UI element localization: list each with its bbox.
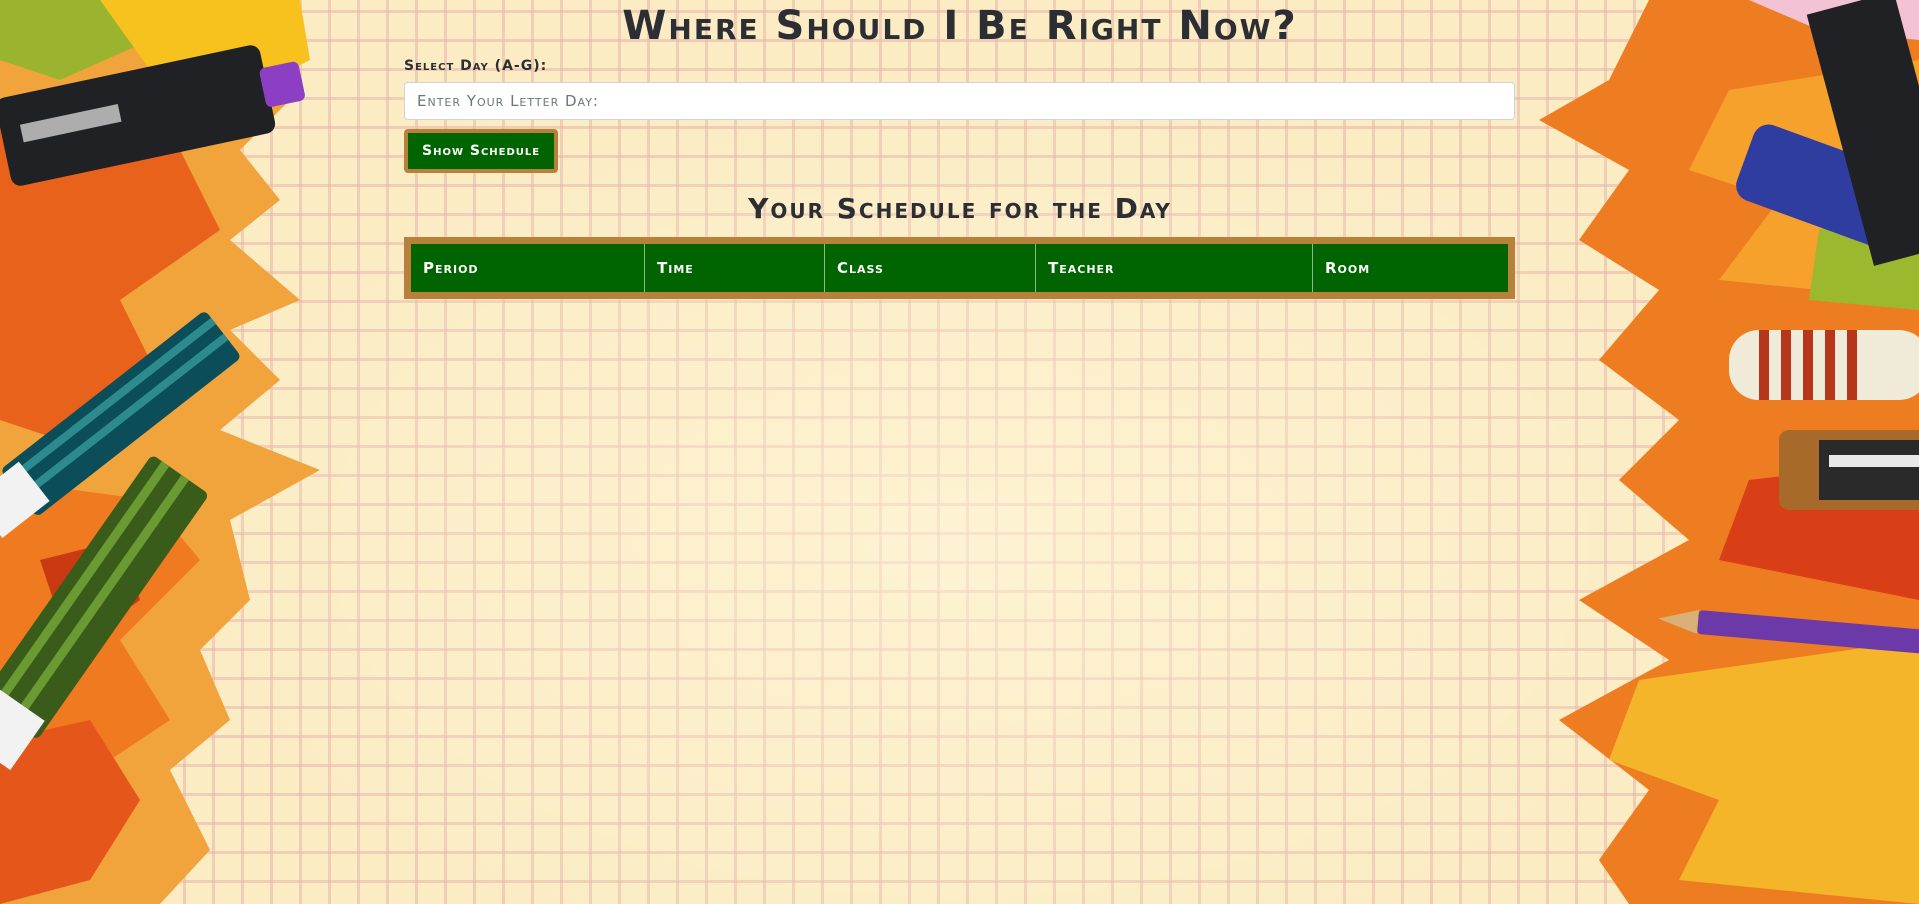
- schedule-title: Your Schedule for the Day: [748, 192, 1172, 225]
- column-header-time: Time: [644, 244, 825, 292]
- select-day-label: Select Day (A-G):: [404, 58, 548, 74]
- column-header-room: Room: [1325, 259, 1371, 277]
- schedule-table: Period Time Class Teacher Room: [404, 237, 1515, 299]
- autumn-leaves-markers-icon: [0, 0, 320, 904]
- schedule-header-row: Period Time Class Teacher Room: [411, 244, 1508, 292]
- page-title: Where Should I Be Right Now?: [622, 3, 1298, 49]
- column-header-class: Class: [824, 244, 1036, 292]
- column-header-period: Period: [411, 244, 645, 292]
- autumn-leaves-pens-icon: [1539, 0, 1919, 904]
- main-content: Where Should I Be Right Now? Select Day …: [404, 0, 1516, 299]
- column-header-teacher: Teacher: [1035, 244, 1313, 292]
- show-schedule-button[interactable]: Show Schedule: [404, 129, 559, 173]
- letter-day-input[interactable]: [404, 82, 1515, 120]
